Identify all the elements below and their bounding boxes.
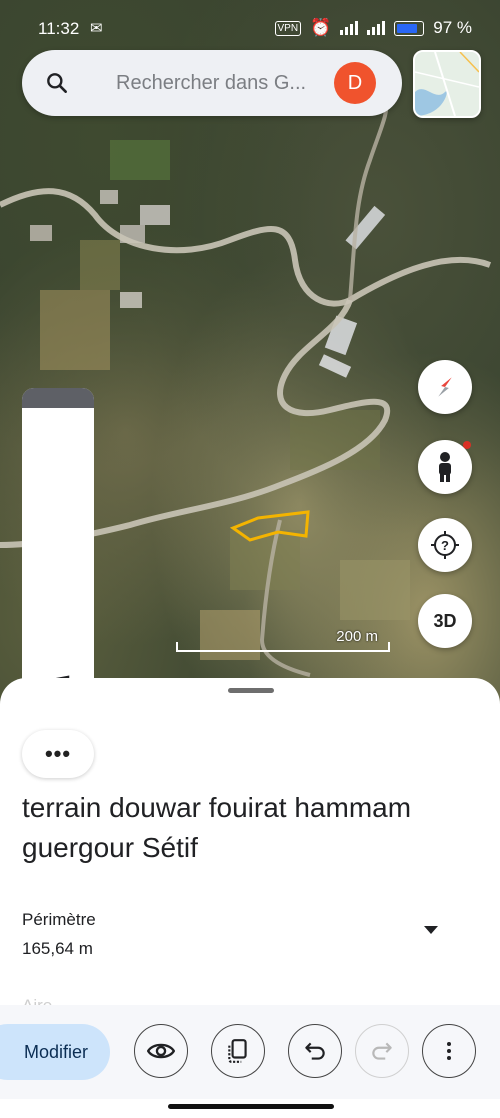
status-bar: 11:32 ✉ VPN ⏰ 97 % — [0, 0, 500, 56]
map-layers-icon — [415, 52, 479, 116]
notification-dot — [463, 441, 471, 449]
vpn-icon: VPN — [274, 20, 302, 36]
redo-button[interactable] — [355, 1024, 409, 1078]
alarm-icon: ⏰ — [310, 18, 332, 37]
redo-icon — [372, 1042, 392, 1060]
signal-5g-icon — [367, 21, 386, 35]
bottom-toolbar: Modifier — [0, 1005, 500, 1099]
perimeter-label: Périmètre — [22, 910, 96, 929]
copy-button[interactable] — [211, 1024, 265, 1078]
signal-icon — [340, 21, 359, 35]
help-circle-icon: ? — [431, 531, 459, 559]
copy-icon — [228, 1039, 247, 1063]
place-title: terrain douwar fouirat hammam guergour S… — [22, 792, 412, 863]
more-vertical-icon — [447, 1042, 451, 1060]
chevron-down-icon[interactable] — [424, 926, 438, 934]
more-vertical-button[interactable] — [422, 1024, 476, 1078]
undo-icon — [305, 1042, 325, 1060]
map-layers-button[interactable] — [413, 50, 481, 118]
status-time: 11:32 — [38, 19, 80, 38]
svg-text:?: ? — [441, 538, 449, 553]
compass-button[interactable] — [418, 360, 472, 414]
side-panel[interactable] — [22, 388, 94, 718]
modify-button[interactable]: Modifier — [0, 1024, 110, 1080]
map-scale: 200 m — [176, 628, 390, 652]
battery-percent: 97 % — [433, 18, 472, 37]
compass-icon — [438, 377, 452, 397]
side-panel-header — [22, 388, 94, 408]
search-bar[interactable]: Rechercher dans G... D — [22, 50, 402, 116]
3d-button[interactable]: 3D — [418, 594, 472, 648]
search-placeholder[interactable]: Rechercher dans G... — [116, 72, 306, 95]
battery-icon — [394, 20, 425, 36]
account-avatar[interactable]: D — [334, 62, 376, 104]
street-view-button[interactable] — [418, 440, 472, 494]
more-horizontal-icon[interactable]: ••• — [22, 730, 94, 778]
sheet-drag-handle[interactable] — [228, 688, 274, 693]
help-button[interactable]: ? — [418, 518, 472, 572]
eye-icon — [147, 1043, 175, 1059]
search-icon[interactable] — [44, 70, 70, 96]
scale-bar — [176, 642, 390, 652]
perimeter-value: 165,64 m — [22, 939, 93, 958]
gmail-icon: ✉ — [90, 20, 103, 37]
system-nav-handle[interactable] — [168, 1104, 334, 1109]
eye-button[interactable] — [134, 1024, 188, 1078]
pegman-icon — [439, 452, 451, 482]
undo-button[interactable] — [288, 1024, 342, 1078]
